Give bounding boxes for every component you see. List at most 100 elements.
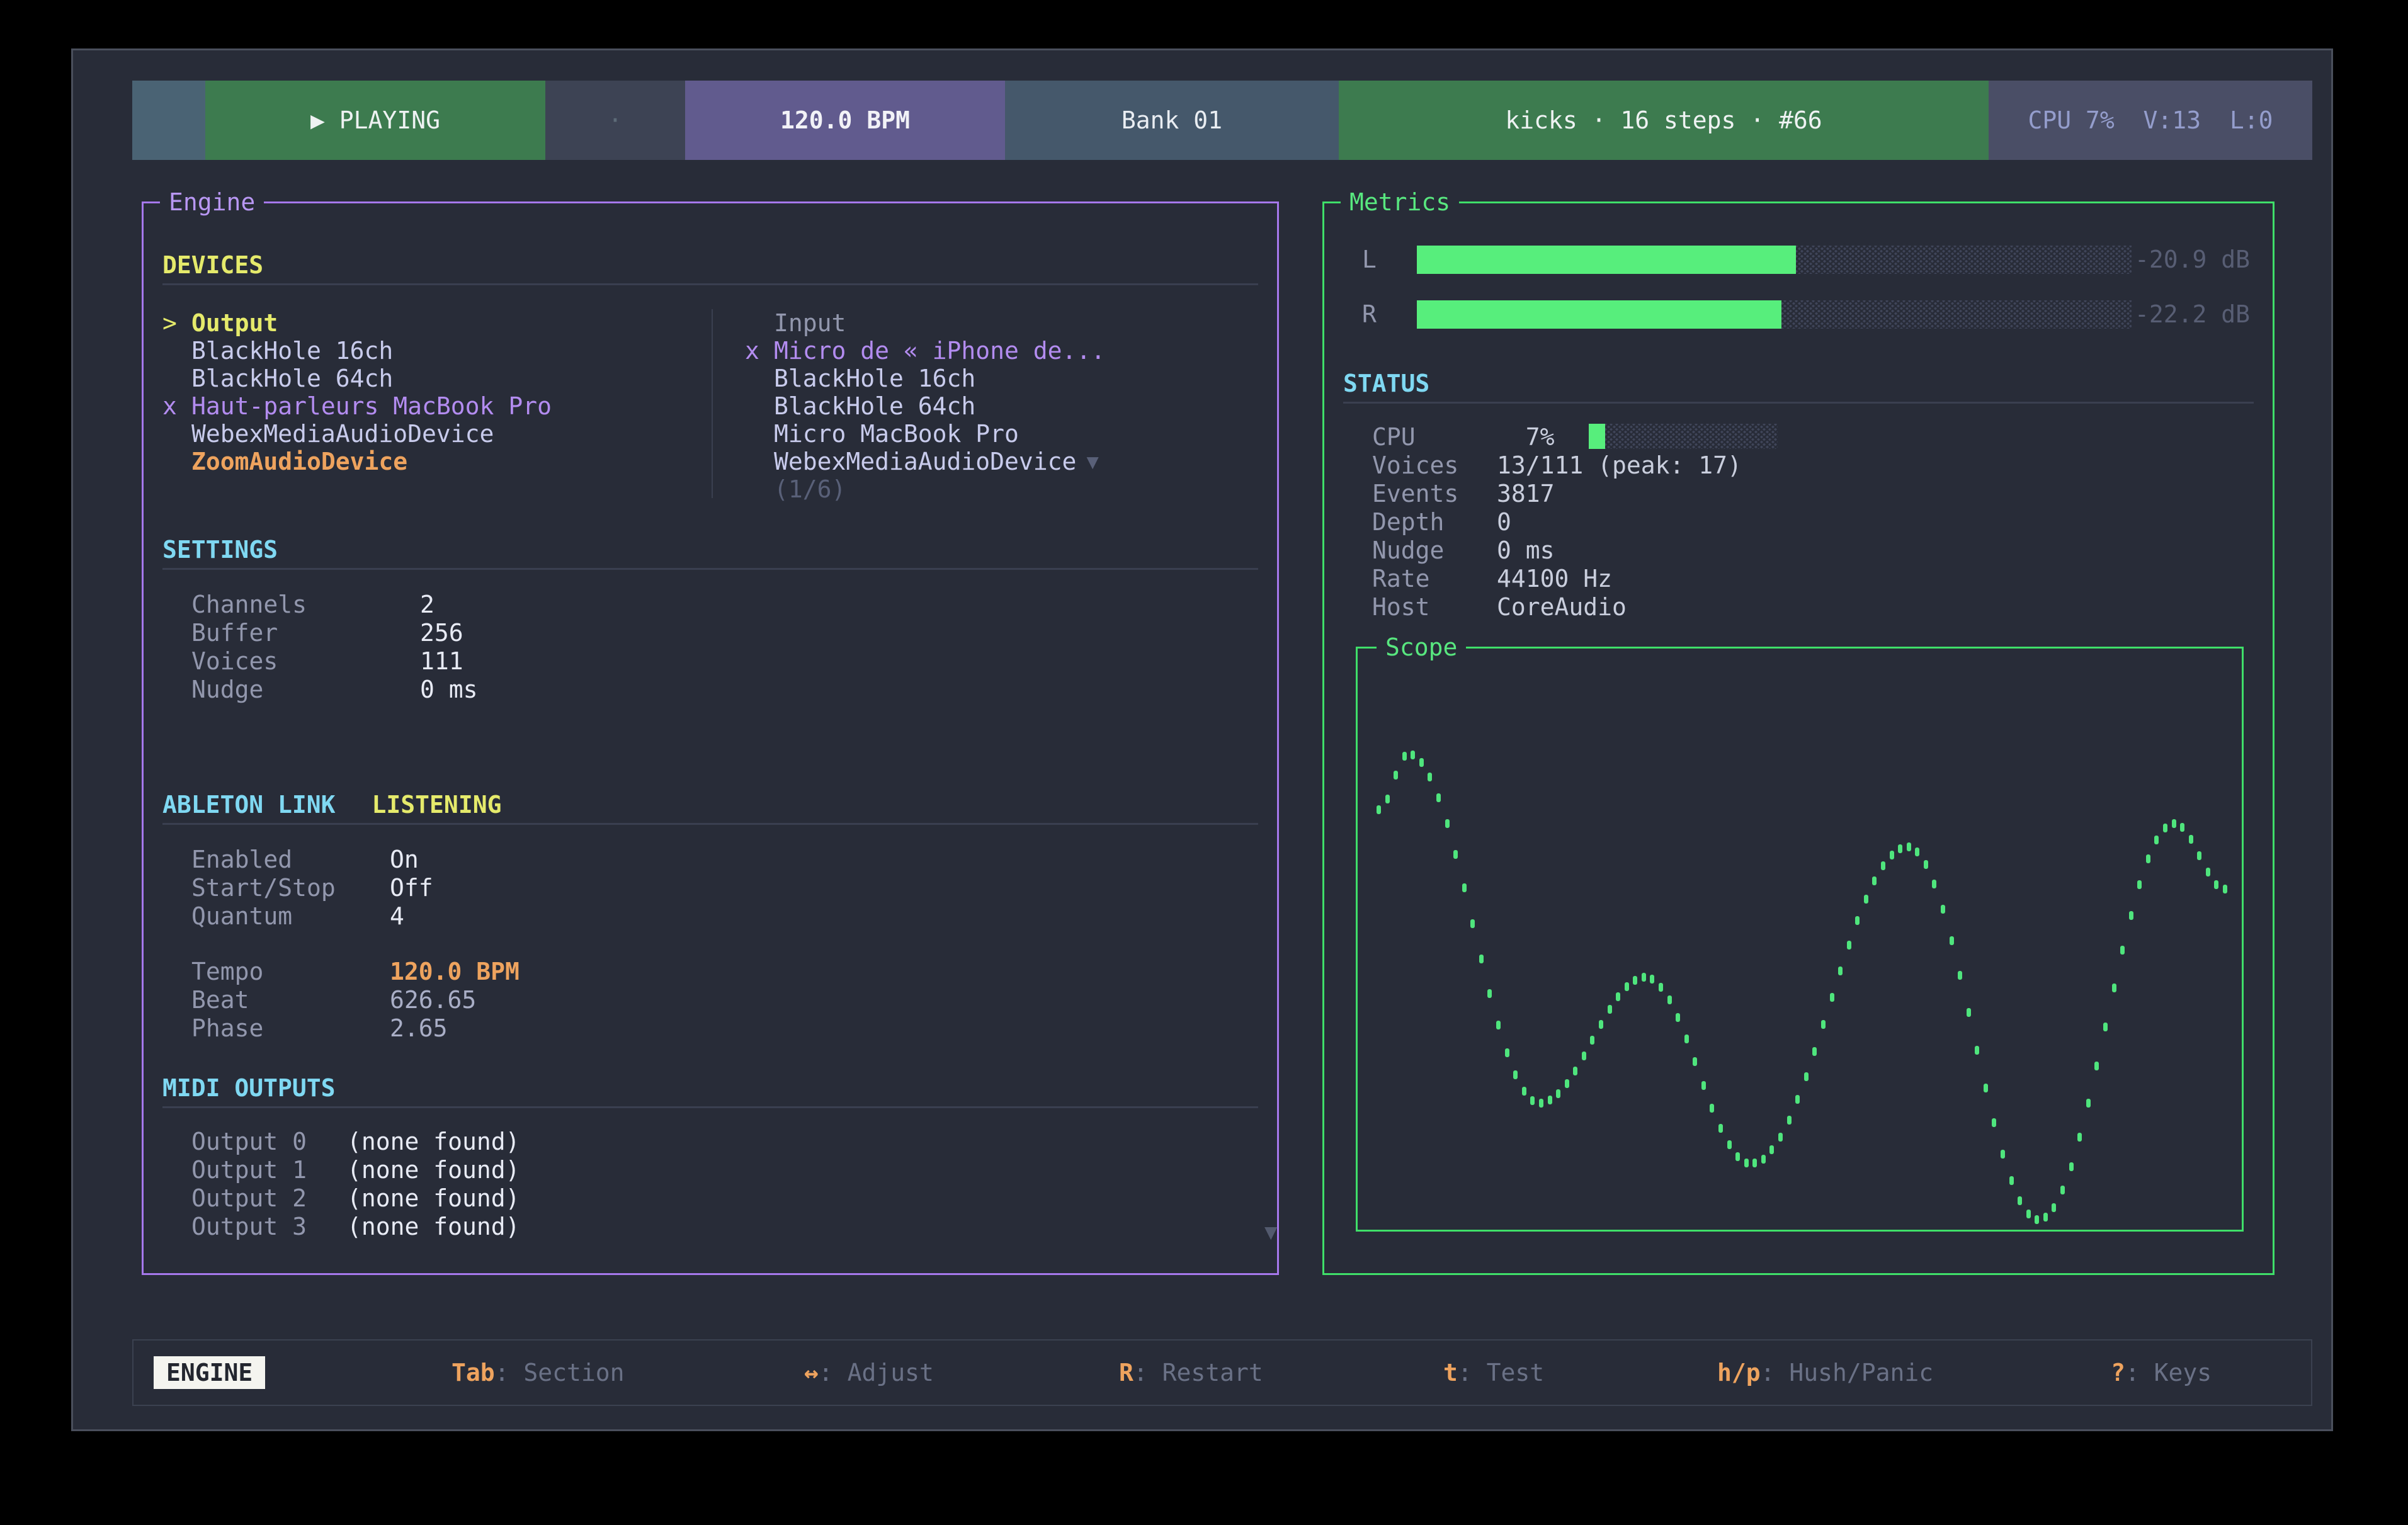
link-value[interactable]: 4: [390, 902, 404, 930]
input-device-item[interactable]: Micro MacBook Pro: [745, 420, 1268, 448]
scope-sample-dot: [2146, 854, 2150, 863]
scope-sample-dot: [1915, 848, 1919, 856]
scope-sample-dot: [1539, 1099, 1543, 1108]
scope-sample-dot: [1445, 819, 1450, 828]
input-device-item: (1/6): [745, 475, 1268, 503]
output-device-item[interactable]: WebexMediaAudioDevice: [162, 420, 710, 448]
status-value: 13/111 (peak: 17): [1497, 451, 1742, 479]
status-value: CoreAudio: [1497, 593, 1627, 621]
setting-row: Nudge0 ms: [191, 675, 478, 703]
device-label: Input: [774, 309, 846, 337]
cpu-mini-meter-fill: [1589, 424, 1605, 449]
scope-sample-dot: [1394, 771, 1398, 780]
status-section-header: STATUS: [1343, 370, 1429, 397]
scope-sample-dot: [1752, 1159, 1757, 1167]
scope-sample-dot: [1838, 967, 1843, 975]
key-hint-restart: R: Restart: [1119, 1359, 1263, 1386]
scope-sample-dot: [1727, 1140, 1732, 1149]
scope-sample-dot: [1556, 1089, 1560, 1098]
engine-panel: Engine DEVICES >OutputBlackHole 16chBlac…: [142, 201, 1279, 1275]
input-device-item[interactable]: xMicro de « iPhone de...: [745, 337, 1268, 365]
status-row: CPU 7%: [1372, 422, 1742, 451]
scope-sample-dot: [2052, 1203, 2056, 1212]
scroll-down-icon[interactable]: ▼: [1264, 1220, 1277, 1245]
link-label: Enabled: [191, 846, 390, 873]
scope-sample-dot: [2043, 1213, 2048, 1222]
scope-sample-dot: [1693, 1057, 1697, 1066]
column-divider: [712, 309, 713, 498]
hint-key: ?: [2111, 1359, 2125, 1386]
scope-sample-dot: [1377, 805, 1381, 814]
setting-value[interactable]: 0 ms: [420, 676, 478, 703]
input-device-item[interactable]: WebexMediaAudioDevice▼: [745, 448, 1268, 475]
scope-sample-dot: [1898, 844, 1902, 853]
output-device-list: >OutputBlackHole 16chBlackHole 64chxHaut…: [162, 309, 710, 475]
device-label: WebexMediaAudioDevice: [774, 448, 1076, 475]
scope-sample-dot: [1642, 973, 1646, 982]
link-value[interactable]: Off: [390, 874, 433, 902]
output-device-item[interactable]: >Output: [162, 309, 710, 337]
setting-value[interactable]: 2: [420, 591, 434, 618]
link-value[interactable]: On: [390, 846, 419, 873]
setting-row: Channels2: [191, 590, 478, 618]
meter-channel-label: L: [1362, 246, 1417, 273]
status-label: Depth: [1372, 508, 1497, 536]
output-device-item[interactable]: xHaut-parleurs MacBook Pro: [162, 392, 710, 420]
link-sync-row: Tempo120.0 BPM: [191, 957, 520, 985]
hint-key: ↔: [804, 1359, 819, 1386]
scope-sample-dot: [2086, 1099, 2091, 1108]
scope-wave: [1358, 649, 2242, 1230]
scope-sample-dot: [1402, 752, 1407, 761]
status-rows: CPU 7%Voices13/111 (peak: 17)Events3817D…: [1372, 422, 1742, 621]
scope-sample-dot: [1992, 1118, 1996, 1127]
setting-label: Buffer: [191, 619, 420, 647]
output-device-item[interactable]: BlackHole 16ch: [162, 337, 710, 365]
settings-section-header: SETTINGS: [162, 536, 278, 564]
scope-sample-dot: [1667, 995, 1672, 1004]
scope-sample-dot: [1513, 1070, 1518, 1079]
scope-sample-dot: [1530, 1096, 1535, 1105]
selection-marker: x: [162, 392, 191, 420]
midi-value: (none found): [347, 1128, 520, 1155]
screen: ▶ PLAYING·120.0 BPMBank 01kicks · 16 ste…: [0, 0, 2408, 1525]
scope-sample-dot: [2120, 946, 2125, 955]
input-device-item[interactable]: BlackHole 16ch: [745, 365, 1268, 392]
setting-value[interactable]: 111: [420, 647, 463, 675]
scope-sample-dot: [1625, 982, 1629, 991]
setting-row: Voices111: [191, 647, 478, 675]
scope-sample-dot: [1881, 861, 1885, 870]
scope-sample-dot: [1710, 1104, 1714, 1113]
scope-sample-dot: [1795, 1095, 1800, 1104]
scope-sample-dot: [1907, 842, 1911, 851]
key-hint-test: t: Test: [1443, 1359, 1544, 1386]
divider: [162, 823, 1258, 825]
hint-action-label: : Hush/Panic: [1761, 1359, 1934, 1386]
link-status-badge: LISTENING: [372, 791, 502, 819]
scope-sample-dot: [2018, 1196, 2022, 1205]
engine-panel-title: Engine: [160, 186, 264, 218]
hint-action-label: : Section: [495, 1359, 625, 1386]
setting-value[interactable]: 256: [420, 619, 463, 647]
scope-sample-dot: [2154, 836, 2159, 844]
selection-marker: >: [162, 309, 191, 337]
mode-badge: ENGINE: [154, 1356, 265, 1389]
scope-sample-dot: [2163, 824, 2167, 832]
device-label: Output: [191, 309, 278, 337]
midi-value: (none found): [347, 1213, 520, 1240]
hint-key: t: [1443, 1359, 1458, 1386]
topbar-segment-transport: ▶ PLAYING: [205, 81, 545, 160]
output-device-item[interactable]: ZoomAudioDevice: [162, 448, 710, 475]
metrics-panel: Metrics L-20.9 dBR-22.2 dB STATUS CPU 7%…: [1322, 201, 2275, 1275]
midi-value: (none found): [347, 1184, 520, 1212]
key-hint-section: Tab: Section: [451, 1359, 625, 1386]
scope-sample-dot: [1932, 880, 1936, 888]
settings-rows: Channels2Buffer256Voices111Nudge0 ms: [191, 590, 478, 703]
output-device-item[interactable]: BlackHole 64ch: [162, 365, 710, 392]
scope-sample-dot: [2103, 1023, 2108, 1031]
midi-value: (none found): [347, 1156, 520, 1184]
link-sync-label: Tempo: [191, 958, 390, 985]
status-value: 0 ms: [1497, 536, 1555, 564]
input-device-item[interactable]: BlackHole 64ch: [745, 392, 1268, 420]
scope-sample-dot: [2009, 1176, 2014, 1185]
midi-row: Output 1(none found): [191, 1155, 520, 1184]
